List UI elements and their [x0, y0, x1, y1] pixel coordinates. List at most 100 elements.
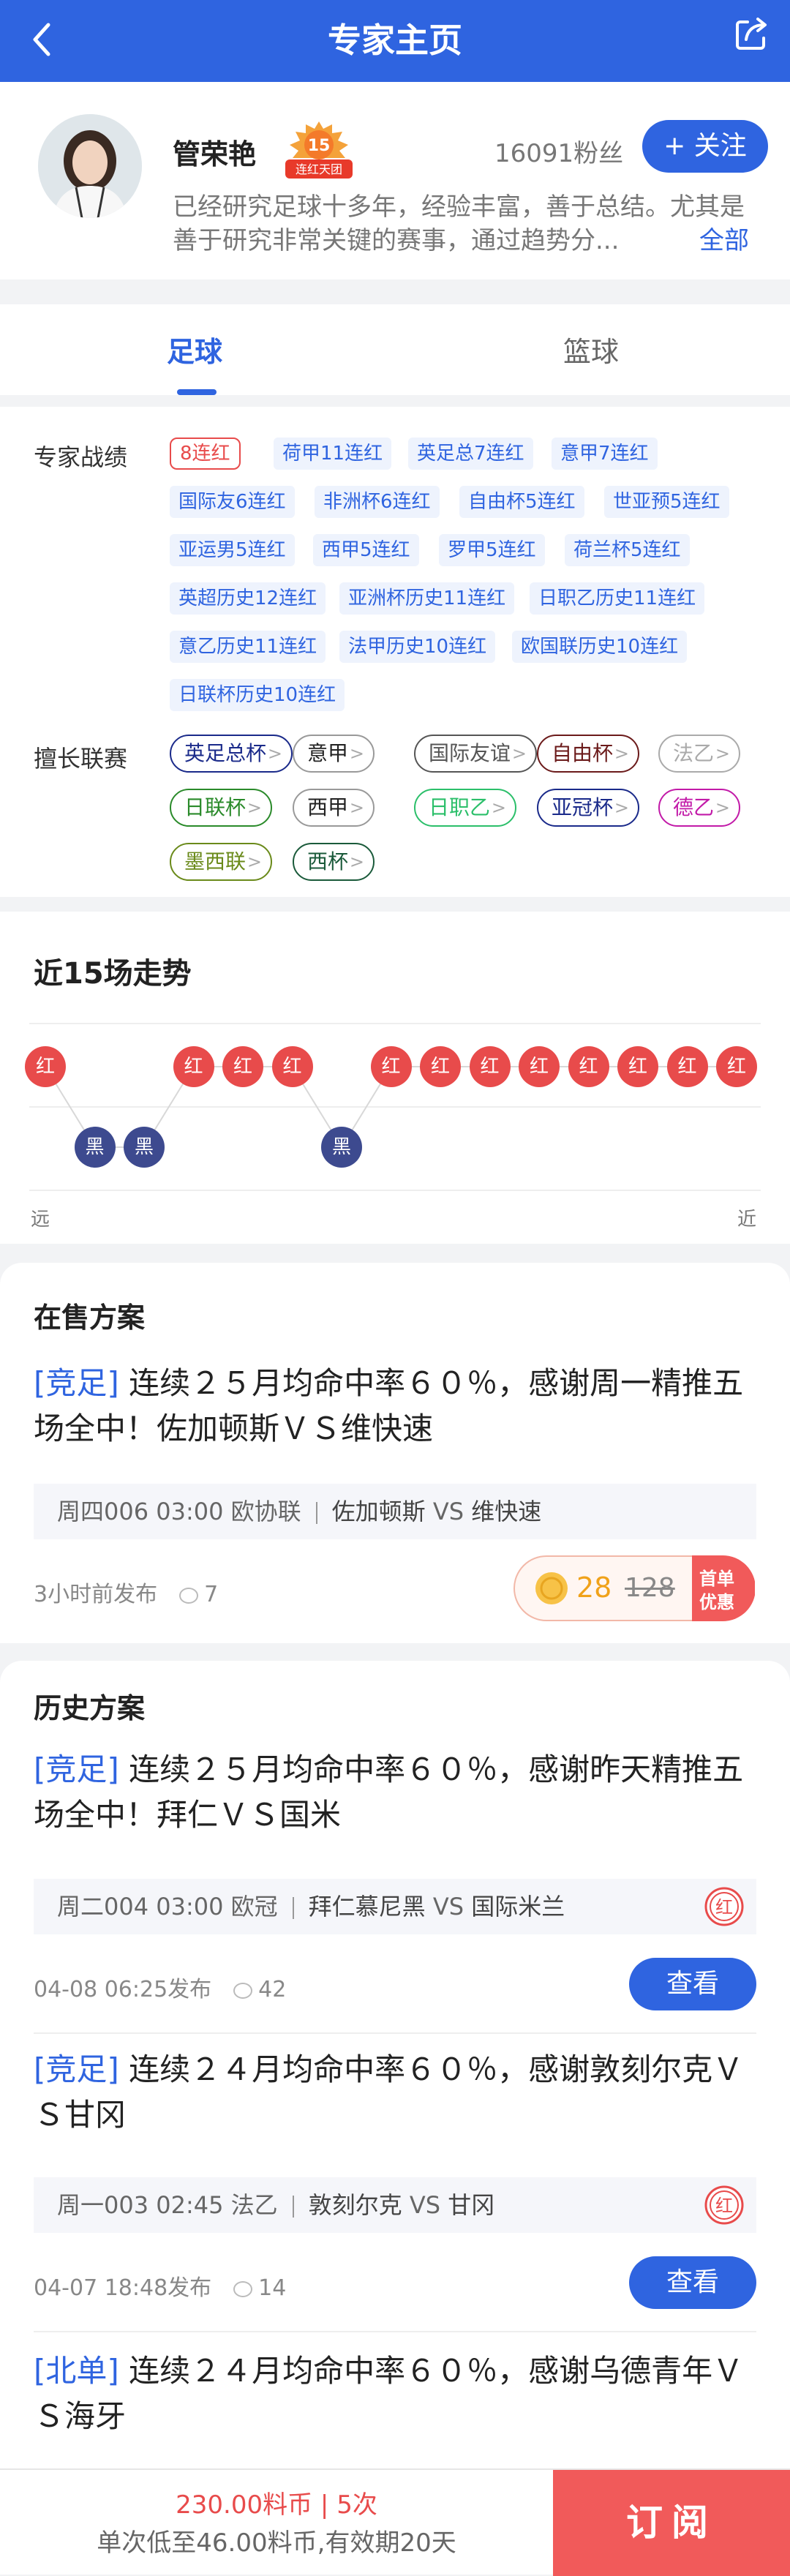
trend-section: 近15场走势 红黑黑红红红黑红红红红红红红红 远 近: [0, 912, 790, 1244]
views-count: 42: [258, 1977, 287, 2002]
expert-name: 管荣艳: [173, 138, 257, 170]
league-chip[interactable]: 法乙: [658, 735, 741, 773]
plan-meta: 04-08 06:25发布 42: [34, 1971, 286, 2003]
match-time-league: 周一003 02:45 法乙: [57, 2191, 278, 2219]
league-chip[interactable]: 日职乙: [414, 789, 517, 827]
plan-text: 连续２４月均命中率６０％，感谢乌德青年ＶＳ海牙: [34, 2353, 744, 2434]
result-loss: 黑: [321, 1127, 362, 1168]
medal-text: 连红天团: [296, 162, 342, 176]
league-chip[interactable]: 西甲: [293, 789, 375, 827]
record-tag: 意甲7连红: [552, 438, 658, 470]
result-win: 红: [716, 1046, 757, 1087]
publish-time: 04-07 18:48发布: [34, 2275, 212, 2301]
record-label: 专家战绩: [34, 443, 128, 471]
subscribe-button[interactable]: 订阅: [553, 2470, 790, 2576]
record-tag: 亚洲杯历史11连红: [339, 582, 515, 615]
plan-text: 连续２４月均命中率６０％，感谢敦刻尔克ＶＳ甘冈: [34, 2051, 744, 2133]
away-team: 甘冈: [448, 2191, 495, 2219]
expert-intro: 已经研究足球十多年，经验丰富，善于总结。尤其是善于研究非常关键的赛事，通过趋势分…: [173, 190, 758, 258]
result-win: 红: [519, 1046, 560, 1087]
plan-text: 连续２５月均命中率６０％，感谢昨天精推五场全中！拜仁ＶＳ国米: [34, 1751, 744, 1833]
near-label: 近: [737, 1209, 757, 1231]
league-chip[interactable]: 日联杯: [170, 789, 273, 827]
share-icon[interactable]: [731, 13, 772, 54]
plan-type-tag: [竞足]: [34, 1751, 119, 1787]
intro-text: 已经研究足球十多年，经验丰富，善于总结。尤其是善于研究非常关键的赛事，通过趋势分…: [173, 192, 745, 255]
record-tag: 西甲5连红: [313, 534, 419, 566]
history-plan-title[interactable]: [北单] 连续２４月均命中率６０％，感谢乌德青年ＶＳ海牙: [34, 2348, 758, 2439]
league-chip[interactable]: 自由杯: [537, 735, 640, 773]
record-tag: 非洲杯6连红: [315, 486, 440, 518]
view-button[interactable]: 查看: [629, 2256, 756, 2309]
league-chip[interactable]: 国际友谊: [414, 735, 538, 773]
follow-button[interactable]: + 关注: [642, 120, 768, 173]
record-highlight-tag: 8连红: [170, 438, 241, 470]
record-tag: 英超历史12连红: [170, 582, 326, 615]
result-win: 红: [617, 1046, 658, 1087]
hit-stamp-text: 红: [715, 2196, 733, 2216]
hit-stamp-icon: 红: [704, 1887, 744, 1926]
history-section: 历史方案 [竞足] 连续２５月均命中率６０％，感谢昨天精推五场全中！拜仁ＶＳ国米…: [0, 1661, 790, 2468]
home-team: 敦刻尔克: [308, 2191, 402, 2219]
package-price: 230.00料币 | 5次: [176, 2490, 377, 2520]
hit-stamp-text: 红: [715, 1897, 733, 1918]
fans-count: 16091粉丝: [494, 139, 624, 168]
separator: [292, 1897, 294, 1919]
league-chip[interactable]: 英足总杯: [170, 735, 293, 773]
view-button[interactable]: 查看: [629, 1958, 756, 2010]
vs-label: VS: [432, 1893, 464, 1920]
league-chip[interactable]: 墨西联: [170, 843, 273, 881]
result-win: 红: [469, 1046, 511, 1087]
expert-stats: 专家战绩 8连红 荷甲11连红 英足总7连红 意甲7连红 国际友6连红 非洲杯6…: [0, 407, 790, 897]
record-tag: 世亚预5连红: [604, 486, 729, 518]
expert-profile: 管荣艳 15 连红天团 16091粉丝 + 关注 已经研究足球十多年，经验丰富，善…: [0, 82, 790, 279]
tab-basketball[interactable]: 篮球: [563, 329, 619, 369]
league-chip[interactable]: 亚冠杯: [537, 789, 640, 827]
show-all-link[interactable]: 全部: [692, 224, 749, 258]
match-time-league: 周四006 03:00 欧协联: [57, 1498, 301, 1525]
price-button[interactable]: 28 128 首单 优惠: [514, 1555, 756, 1621]
result-win: 红: [222, 1046, 263, 1087]
views-count: 14: [258, 2275, 287, 2301]
record-tag: 日联杯历史10连红: [170, 679, 345, 711]
record-tag: 日职乙历史11连红: [530, 582, 705, 615]
league-chip[interactable]: 意甲: [293, 735, 375, 773]
plus-icon: +: [663, 131, 686, 161]
history-plan-title[interactable]: [竞足] 连续２４月均命中率６０％，感谢敦刻尔克ＶＳ甘冈: [34, 2047, 758, 2138]
tab-football[interactable]: 足球: [167, 329, 222, 369]
far-label: 远: [31, 1209, 50, 1231]
plan-type-tag: [北单]: [34, 2353, 119, 2389]
top-bar: 专家主页: [0, 0, 790, 82]
home-team: 拜仁慕尼黑: [308, 1893, 426, 1920]
promo-label-1: 首单: [699, 1569, 734, 1589]
history-plan-title[interactable]: [竞足] 连续２５月均命中率６０％，感谢昨天精推五场全中！拜仁ＶＳ国米: [34, 1747, 758, 1838]
result-win: 红: [271, 1046, 313, 1087]
record-tag: 国际友6连红: [170, 486, 295, 518]
promo-label-2: 优惠: [699, 1592, 734, 1612]
result-win: 红: [173, 1046, 214, 1087]
vs-label: VS: [432, 1498, 464, 1525]
result-loss: 黑: [74, 1127, 116, 1168]
record-tag: 亚运男5连红: [170, 534, 295, 566]
record-tag: 自由杯5连红: [459, 486, 584, 518]
subscribe-bar: 230.00料币 | 5次 单次低至46.00料币,有效期20天 订阅: [0, 2468, 790, 2576]
league-chip[interactable]: 德乙: [658, 789, 741, 827]
match-info: 周四006 03:00 欧协联 佐加顿斯 VS 维快速: [34, 1484, 756, 1539]
publish-time: 3小时前发布: [34, 1582, 158, 1607]
views-count: 7: [204, 1582, 219, 1607]
vs-label: VS: [409, 2191, 441, 2219]
league-chip[interactable]: 西杯: [293, 843, 375, 881]
plan-title[interactable]: [竞足] 连续２５月均命中率６０％，感谢周一精推五场全中！佐加顿斯ＶＳ维快速: [34, 1361, 758, 1452]
publish-time: 04-08 06:25发布: [34, 1977, 212, 2002]
avatar[interactable]: [38, 114, 142, 218]
plan-text: 连续２５月均命中率６０％，感谢周一精推五场全中！佐加顿斯ＶＳ维快速: [34, 1365, 744, 1446]
package-detail: 单次低至46.00料币,有效期20天: [97, 2528, 456, 2558]
medal-number: 15: [308, 137, 331, 155]
record-tag: 法甲历史10连红: [339, 631, 496, 663]
coin-price: 28: [576, 1571, 612, 1604]
home-team: 佐加顿斯: [331, 1498, 426, 1525]
result-win: 红: [370, 1046, 412, 1087]
sport-tabs: 足球 篮球: [0, 304, 790, 395]
hit-stamp-icon: 红: [704, 2185, 744, 2225]
history-title: 历史方案: [34, 1692, 146, 1724]
